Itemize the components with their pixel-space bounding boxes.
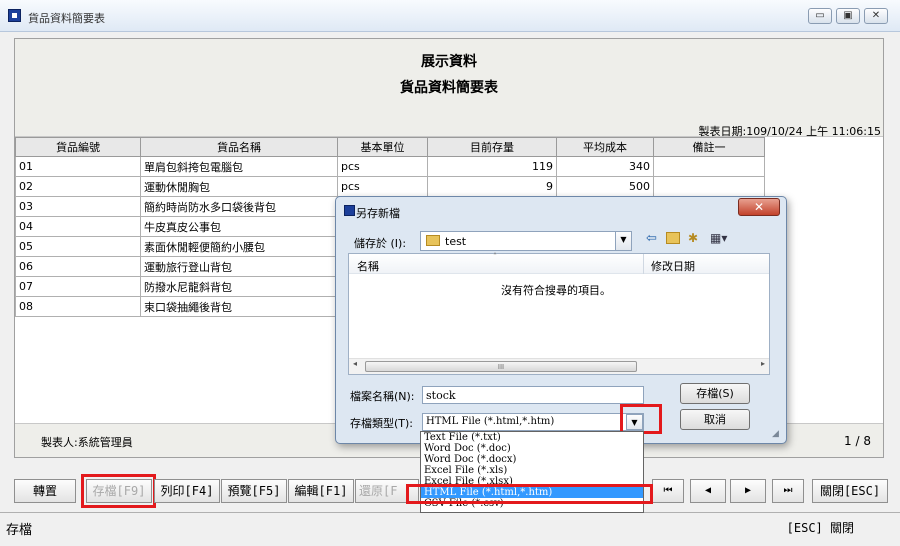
- chevron-down-icon[interactable]: ▼: [615, 232, 631, 250]
- status-bar: 存檔 [ESC] 關閉: [0, 512, 900, 546]
- horizontal-scrollbar[interactable]: ◂ III ▸: [349, 358, 769, 374]
- cell-cost: 500: [556, 176, 654, 197]
- save-as-dialog: 另存新檔 ✕ 儲存於 (I): test ▼ ⇦ ✱ ▦▾ 名稱 ˄ 修改日期 …: [335, 196, 787, 444]
- cell-id: 01: [15, 156, 141, 177]
- status-close-hint: [ESC] 關閉: [786, 521, 854, 535]
- cell-id: 07: [15, 276, 141, 297]
- cell-unit: pcs: [337, 156, 428, 177]
- filetype-option-doc[interactable]: Word Doc (*.doc): [421, 443, 643, 454]
- filetype-label: 存檔類型(T):: [350, 417, 414, 430]
- save-in-value: test: [445, 235, 467, 248]
- cell-name: 簡約時尚防水多口袋後背包: [140, 196, 338, 217]
- column-header-stock: 目前存量: [427, 137, 557, 157]
- cell-name: 單肩包斜挎包電腦包: [140, 156, 338, 177]
- dialog-title: 另存新檔: [356, 207, 400, 220]
- cell-id: 08: [15, 296, 141, 317]
- dialog-save-button[interactable]: 存檔(S): [680, 383, 750, 404]
- cell-stock: 119: [427, 156, 557, 177]
- preview-button[interactable]: 預覽[F5]: [221, 479, 287, 503]
- filename-input[interactable]: stock: [422, 386, 644, 404]
- report-company-title: 展示資料: [421, 54, 477, 70]
- filetype-option-txt[interactable]: Text File (*.txt): [421, 432, 643, 443]
- scroll-left-icon[interactable]: ◂: [353, 359, 357, 368]
- edit-button[interactable]: 編輯[F1]: [288, 479, 354, 503]
- file-list-header: [349, 254, 769, 274]
- window-titlebar: [0, 0, 900, 32]
- cell-note: [653, 156, 765, 177]
- sort-arrow-icon: ˄: [493, 252, 497, 261]
- filetype-option-docx[interactable]: Word Doc (*.docx): [421, 454, 643, 465]
- cell-id: 02: [15, 176, 141, 197]
- cell-name: 束口袋抽繩後背包: [140, 296, 338, 317]
- column-header-note: 備註一: [653, 137, 765, 157]
- save-in-combo[interactable]: test ▼: [420, 231, 632, 251]
- highlight-filetype-dropdown: [620, 404, 662, 434]
- highlight-html-option: [406, 484, 653, 504]
- column-divider: [643, 254, 644, 274]
- folder-icon: [426, 235, 440, 246]
- cell-unit: pcs: [337, 176, 428, 197]
- column-header-cost: 平均成本: [556, 137, 654, 157]
- next-page-button[interactable]: ▶: [730, 479, 766, 503]
- window-title: 貨品資料簡要表: [28, 12, 105, 25]
- cell-id: 06: [15, 256, 141, 277]
- column-name[interactable]: 名稱: [357, 258, 379, 274]
- scroll-thumb[interactable]: III: [365, 361, 637, 372]
- cell-id: 04: [15, 216, 141, 237]
- cell-name: 牛皮真皮公事包: [140, 216, 338, 237]
- back-arrow-icon[interactable]: ⇦: [646, 231, 657, 246]
- cell-cost: 340: [556, 156, 654, 177]
- column-header-name: 貨品名稱: [140, 137, 338, 157]
- cell-note: [653, 176, 765, 197]
- highlight-save-button: [81, 474, 156, 508]
- first-page-button[interactable]: ⏮: [652, 479, 684, 503]
- dialog-close-button[interactable]: ✕: [738, 198, 780, 216]
- column-header-id: 貨品編號: [15, 137, 141, 157]
- table-header-row: 貨品編號 貨品名稱 基本單位 目前存量 平均成本 備註一: [15, 137, 765, 157]
- prev-page-button[interactable]: ◀: [690, 479, 726, 503]
- report-title: 貨品資料簡要表: [400, 80, 498, 96]
- app-icon: [8, 9, 21, 22]
- cell-name: 運動休閒胸包: [140, 176, 338, 197]
- dialog-icon: [344, 205, 355, 216]
- table-row: 02 運動休閒胸包 pcs 9 500: [15, 176, 765, 197]
- status-text: 存檔: [6, 523, 33, 538]
- cell-id: 05: [15, 236, 141, 257]
- filetype-option-xls[interactable]: Excel File (*.xls): [421, 465, 643, 476]
- empty-message: 沒有符合搜尋的項目。: [501, 284, 611, 297]
- maximize-button[interactable]: ▣: [836, 8, 860, 24]
- filetype-value: HTML File (*.html,*.htm): [426, 416, 555, 427]
- report-header: 展示資料 貨品資料簡要表 製表日期:109/10/24 上午 11:06:15: [15, 39, 883, 138]
- minimize-button[interactable]: ▭: [808, 8, 832, 24]
- cell-id: 03: [15, 196, 141, 217]
- up-folder-icon[interactable]: [666, 232, 680, 244]
- new-folder-icon[interactable]: ✱: [688, 231, 698, 245]
- filetype-select[interactable]: HTML File (*.html,*.htm): [422, 413, 644, 431]
- report-maker: 製表人:系統管理員: [41, 436, 133, 449]
- resize-grip-icon[interactable]: ◢: [772, 429, 779, 439]
- filename-label: 檔案名稱(N):: [350, 390, 415, 403]
- cell-name: 運動旅行登山背包: [140, 256, 338, 277]
- column-modified-date[interactable]: 修改日期: [651, 258, 695, 274]
- cell-stock: 9: [427, 176, 557, 197]
- table-row: 01 單肩包斜挎包電腦包 pcs 119 340: [15, 156, 765, 177]
- view-menu-icon[interactable]: ▦▾: [710, 231, 727, 245]
- close-button[interactable]: 關閉[ESC]: [812, 479, 888, 503]
- column-header-unit: 基本單位: [337, 137, 428, 157]
- cell-name: 防撥水尼龍斜背包: [140, 276, 338, 297]
- print-button[interactable]: 列印[F4]: [154, 479, 220, 503]
- dialog-cancel-button[interactable]: 取消: [680, 409, 750, 430]
- file-list[interactable]: 名稱 ˄ 修改日期 沒有符合搜尋的項目。 ◂ III ▸: [348, 252, 770, 375]
- scroll-right-icon[interactable]: ▸: [761, 359, 765, 368]
- cell-name: 素面休閒輕便簡約小腰包: [140, 236, 338, 257]
- page-indicator: 1 / 8: [844, 434, 871, 448]
- filename-value: stock: [426, 389, 456, 402]
- save-in-label: 儲存於 (I):: [354, 237, 407, 250]
- close-window-button[interactable]: ✕: [864, 8, 888, 24]
- last-page-button[interactable]: ⏭: [772, 479, 804, 503]
- transfer-button[interactable]: 轉置: [14, 479, 76, 503]
